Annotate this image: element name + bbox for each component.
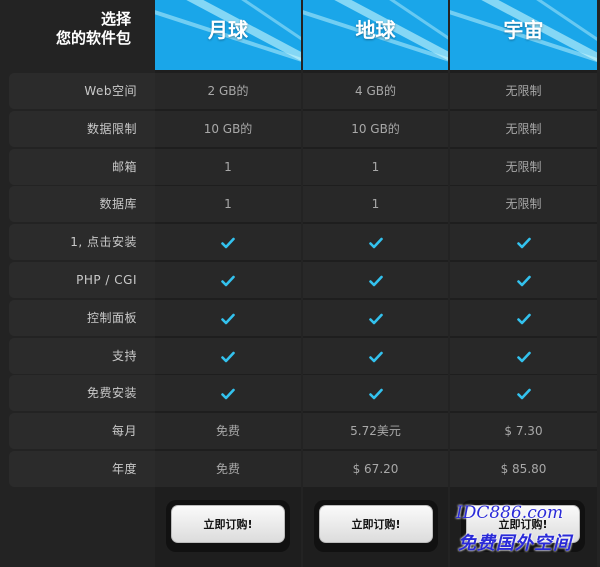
feature-value: 5.72美元 <box>303 413 448 449</box>
plan-name: 月球 <box>208 18 248 42</box>
feature-cell <box>303 224 448 260</box>
order-button-frame: 立即订购! <box>461 500 585 552</box>
feature-value: 2 GB的 <box>155 73 301 109</box>
feature-label: Web空间 <box>9 73 155 109</box>
check-icon <box>221 313 235 324</box>
feature-value: 无限制 <box>450 149 597 185</box>
feature-label: 数据库 <box>9 186 155 222</box>
feature-cell <box>303 300 448 336</box>
feature-value: 免费 <box>155 413 301 449</box>
feature-value: 无限制 <box>450 73 597 109</box>
feature-cell <box>303 375 448 411</box>
feature-label: PHP / CGI <box>9 262 155 298</box>
feature-value: 1 <box>155 149 301 185</box>
feature-cell <box>155 338 301 374</box>
check-icon <box>516 313 531 324</box>
feature-label: 数据限制 <box>9 111 155 147</box>
feature-value: $ 67.20 <box>303 451 448 487</box>
check-icon <box>516 237 531 248</box>
feature-label: 年度 <box>9 451 155 487</box>
pricing-table: 选择 您的软件包 月球 地球 宇宙 Web空间 2 GB的 4 GB的 无限制 数据限制… <box>0 0 600 567</box>
order-button-moon[interactable]: 立即订购! <box>171 505 285 543</box>
order-button-earth[interactable]: 立即订购! <box>319 505 433 543</box>
table-row: PHP / CGI <box>9 262 597 298</box>
check-icon <box>221 351 235 362</box>
check-icon <box>368 388 383 399</box>
plan-header-universe: 宇宙 <box>450 0 597 70</box>
check-icon <box>516 388 531 399</box>
feature-label: 每月 <box>9 413 155 449</box>
feature-cell <box>155 262 301 298</box>
plan-header-earth: 地球 <box>303 0 448 70</box>
check-icon <box>221 275 235 286</box>
feature-cell <box>155 300 301 336</box>
feature-value: 无限制 <box>450 111 597 147</box>
feature-label: 1, 点击安装 <box>9 224 155 260</box>
feature-value: $ 85.80 <box>450 451 597 487</box>
table-row: 免费安装 <box>9 375 597 411</box>
plan-header-moon: 月球 <box>155 0 301 70</box>
check-icon <box>368 275 383 286</box>
feature-value: 1 <box>155 186 301 222</box>
feature-cell <box>155 375 301 411</box>
check-icon <box>368 313 383 324</box>
feature-value: 1 <box>303 149 448 185</box>
plan-name: 宇宙 <box>503 18 544 42</box>
order-button-frame: 立即订购! <box>314 500 438 552</box>
feature-value: 无限制 <box>450 186 597 222</box>
table-corner: 选择 您的软件包 <box>0 0 155 70</box>
feature-cell <box>450 300 597 336</box>
title-line-2: 您的软件包 <box>55 29 131 47</box>
table-row: 1, 点击安装 <box>9 224 597 260</box>
check-icon <box>221 237 235 248</box>
feature-label: 邮箱 <box>9 149 155 185</box>
feature-cell <box>450 224 597 260</box>
feature-value: 10 GB的 <box>303 111 448 147</box>
check-icon <box>516 351 531 362</box>
feature-cell <box>155 224 301 260</box>
table-row: 控制面板 <box>9 300 597 336</box>
feature-value: 4 GB的 <box>303 73 448 109</box>
feature-label: 免费安装 <box>9 375 155 411</box>
feature-cell <box>450 338 597 374</box>
table-title: 选择 您的软件包 <box>56 10 131 48</box>
feature-value: $ 7.30 <box>450 413 597 449</box>
table-row: Web空间 2 GB的 4 GB的 无限制 <box>9 73 597 109</box>
table-row: 数据限制 10 GB的 10 GB的 无限制 <box>9 111 597 147</box>
table-row: 邮箱 1 1 无限制 <box>9 149 597 185</box>
check-icon <box>368 237 383 248</box>
title-line-1: 选择 <box>100 10 131 28</box>
feature-cell <box>450 262 597 298</box>
feature-value: 10 GB的 <box>155 111 301 147</box>
feature-label: 支持 <box>9 338 155 374</box>
table-row: 数据库 1 1 无限制 <box>9 186 597 222</box>
plan-name: 地球 <box>355 18 396 42</box>
check-icon <box>516 275 531 286</box>
table-row: 每月 免费 5.72美元 $ 7.30 <box>9 413 597 449</box>
check-icon <box>221 388 235 399</box>
feature-label: 控制面板 <box>9 300 155 336</box>
feature-cell <box>450 375 597 411</box>
feature-cell <box>303 262 448 298</box>
order-button-frame: 立即订购! <box>166 500 290 552</box>
order-button-universe[interactable]: 立即订购! <box>466 505 580 543</box>
feature-value: 免费 <box>155 451 301 487</box>
table-row: 年度 免费 $ 67.20 $ 85.80 <box>9 451 597 487</box>
table-row: 支持 <box>9 338 597 374</box>
feature-cell <box>303 338 448 374</box>
check-icon <box>368 351 383 362</box>
feature-value: 1 <box>303 186 448 222</box>
